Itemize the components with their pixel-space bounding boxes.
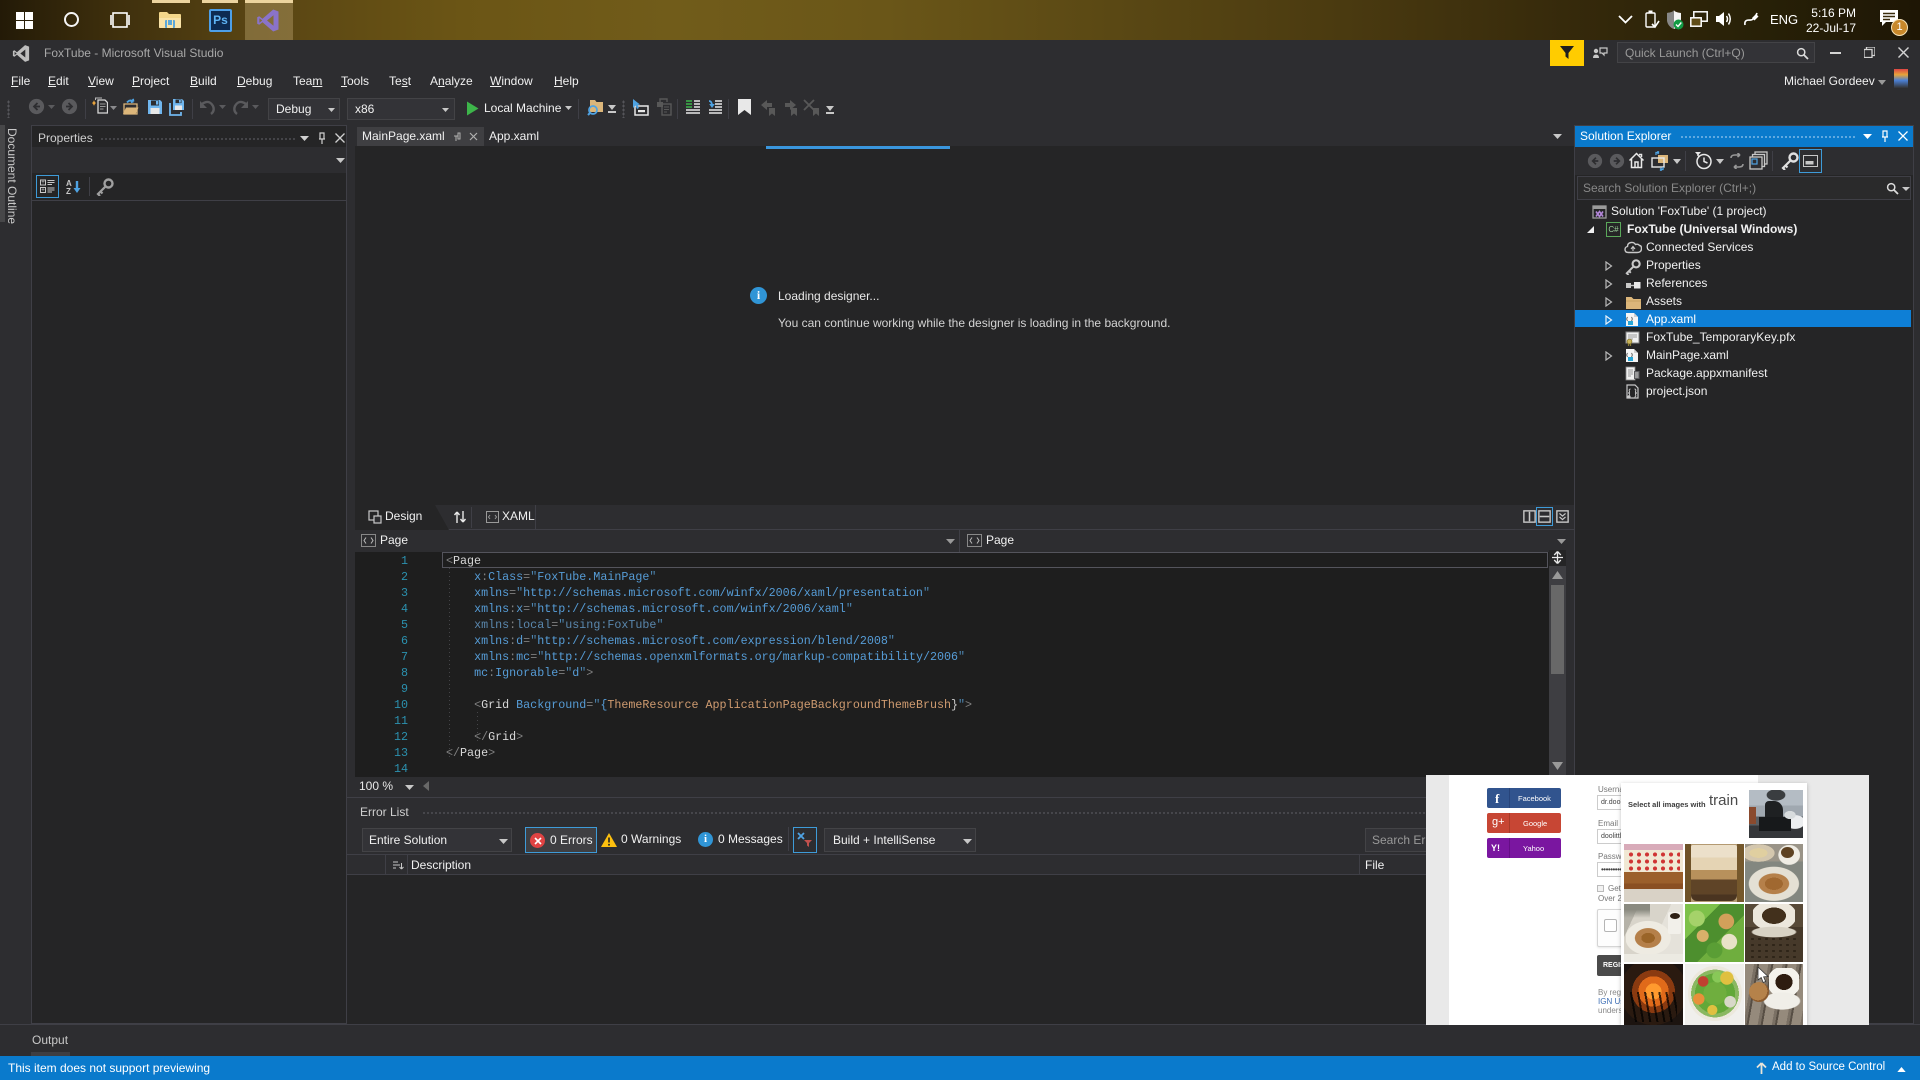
svg-text:+: + (41, 180, 45, 186)
svg-text:Z: Z (66, 187, 71, 195)
svg-text:+: + (41, 188, 45, 194)
